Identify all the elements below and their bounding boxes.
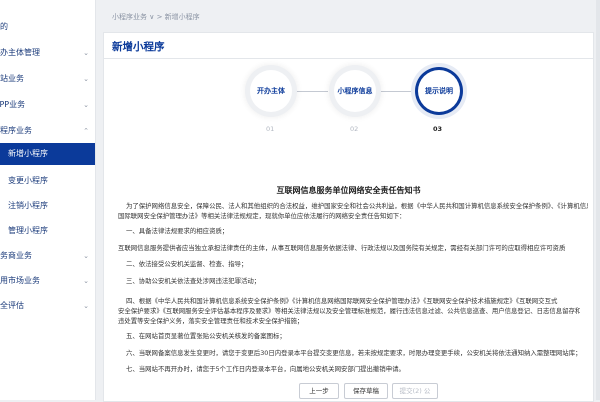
sidebar-item-label: 注销小程序: [8, 201, 48, 210]
form-card: 新增小程序 开办主体 小程序信息 提示说明 01 02 03 互联网信息服务单位…: [103, 32, 594, 402]
sidebar-item-cancel-miniprogram[interactable]: 注销小程序: [0, 195, 95, 217]
chevron-down-icon: ⌄: [83, 101, 89, 109]
step-connector: [292, 91, 328, 92]
main-content: 小程序业务 ∨ > 新增小程序 新增小程序 开办主体 小程序信息 提示说明 01…: [95, 0, 600, 402]
sidebar-item-miniprogram[interactable]: 小程序业务 ⌃: [0, 120, 95, 142]
step-2-miniprogram-info: 小程序信息: [334, 70, 376, 112]
step-connector: [376, 91, 412, 92]
sidebar-item-security[interactable]: 安全评估 ⌄: [0, 295, 95, 317]
page-title: 新增小程序: [112, 41, 165, 53]
notice-paragraph: 五、在网站首页显著位置张贴公安机关核发的备案图标；: [126, 332, 286, 340]
sidebar-item-label: 变更小程序: [8, 176, 48, 185]
submit-button[interactable]: 提交(2) 公: [392, 383, 438, 399]
notice-paragraph: 六、当联网备案信息发生变更时，请您于变更后30日内登录本平台提交变更信息，若未按…: [126, 349, 582, 357]
breadcrumb: 小程序业务 ∨ > 新增小程序: [112, 12, 200, 22]
sidebar-item-label: 安全评估: [0, 301, 24, 310]
notice-paragraph: 互联网信息服务提供者应当独立承担法律责任的主体，从事互联网信息服务依据法律、行政…: [118, 244, 566, 252]
sidebar-item-manage-miniprogram[interactable]: 管理小程序: [0, 220, 95, 242]
step-2-number: 02: [350, 125, 359, 133]
notice-paragraph: 违处置等安全保护义务，落实安全管理责任和技术安全保护措施；: [118, 317, 304, 325]
notice-paragraph: 安全保护要求》《互联网服务安全评估基本程序及要求》等相关法律法规以及安全管理标准…: [118, 307, 580, 315]
sidebar-item-mine[interactable]: 我的: [0, 16, 95, 38]
sidebar-item-label: 网站业务: [0, 74, 24, 83]
notice-paragraph: 国际联网安全保护管理办法》等相关法律法规规定，现就你单位应依法履行的网络安全责任…: [118, 212, 406, 220]
step-3-number: 03: [433, 125, 443, 133]
notice-paragraph: 七、当网站不再开办时，请您于5个工作日内登录本平台，向属地公安机关网安部门提出撤…: [126, 365, 405, 373]
sidebar: 我的 开办主体管理 ⌄ 网站业务 ⌄ APP业务 ⌄ 小程序业务 ⌃ 新增小程序 变更小…: [0, 0, 96, 400]
chevron-up-icon: ⌃: [83, 127, 89, 135]
prev-step-button[interactable]: 上一步: [299, 383, 339, 399]
step-1-number: 01: [266, 125, 275, 133]
sidebar-item-label: 服务商业务: [0, 251, 32, 260]
sidebar-item-website[interactable]: 网站业务 ⌄: [0, 68, 95, 90]
sidebar-item-change-miniprogram[interactable]: 变更小程序: [0, 170, 95, 192]
breadcrumb-root[interactable]: 小程序业务: [112, 13, 147, 21]
notice-title: 互联网信息服务单位网络安全责任告知书: [276, 186, 421, 195]
notice-paragraph: 四、根据《中华人民共和国计算机信息系统安全保护条例》《计算机信息网络国际联网安全…: [126, 297, 558, 305]
chevron-down-icon: ⌄: [83, 49, 89, 57]
chevron-down-icon: ⌄: [83, 302, 89, 310]
sidebar-item-label: 我的: [0, 22, 8, 31]
chevron-down-icon: ⌄: [83, 252, 89, 260]
breadcrumb-separator: ∨ >: [149, 13, 163, 21]
page-scrollbar[interactable]: [596, 0, 600, 400]
notice-paragraph: 一、具备法律法规要求的相应资质；: [126, 227, 229, 235]
sidebar-item-provider[interactable]: 服务商业务 ⌄: [0, 245, 95, 267]
chevron-down-icon: ⌄: [83, 75, 89, 83]
sidebar-item-label: APP业务: [0, 100, 26, 109]
chevron-down-icon: ⌄: [83, 277, 89, 285]
notice-paragraph: 三、协助公安机关依法查处涉网违法犯罪活动；: [126, 277, 261, 285]
notice-paragraph: 为了保护网络信息安全，保障公民、法人和其他组织的合法权益，维护国家安全和社会公共…: [126, 202, 588, 210]
sidebar-item-new-miniprogram[interactable]: 新增小程序: [0, 143, 95, 165]
breadcrumb-current: 新增小程序: [164, 13, 200, 21]
step-1-entity: 开办主体: [250, 70, 292, 112]
divider: [104, 58, 593, 59]
sidebar-item-label: 小程序业务: [0, 126, 32, 135]
sidebar-item-label: 管理小程序: [8, 226, 48, 235]
sidebar-item-label: 新增小程序: [8, 149, 48, 158]
sidebar-item-entity[interactable]: 开办主体管理 ⌄: [0, 42, 95, 64]
sidebar-item-label: 应用市场业务: [0, 276, 40, 285]
step-3-notice: 提示说明: [418, 70, 460, 112]
sidebar-item-label: 开办主体管理: [0, 48, 40, 57]
save-draft-button[interactable]: 保存草稿: [344, 383, 388, 399]
notice-paragraph: 二、依法接受公安机关监督、检查、指导；: [126, 260, 248, 268]
sidebar-item-app[interactable]: APP业务 ⌄: [0, 94, 95, 116]
sidebar-item-appmarket[interactable]: 应用市场业务 ⌄: [0, 270, 95, 292]
